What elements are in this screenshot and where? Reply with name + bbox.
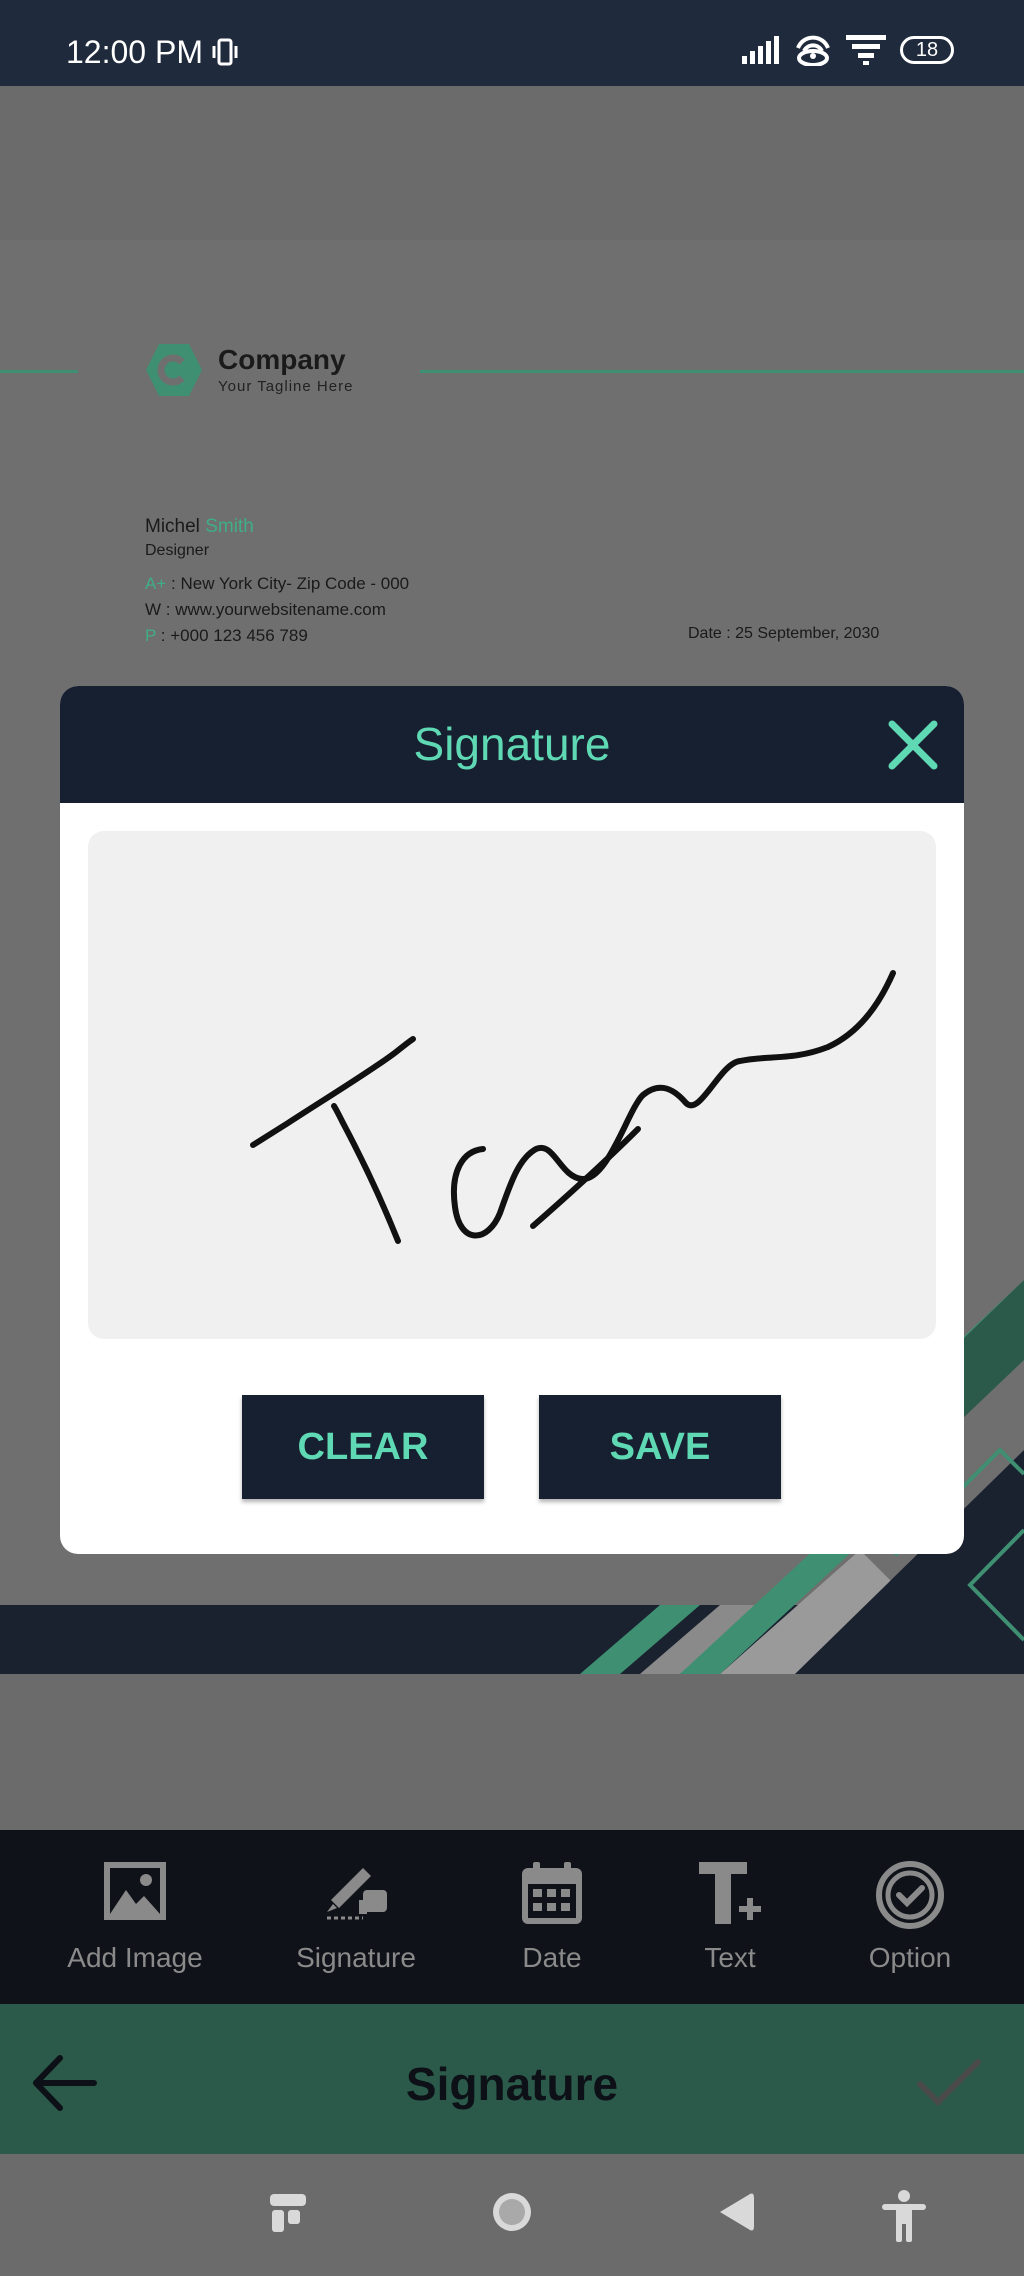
- calendar-icon: [522, 1862, 582, 1924]
- accessibility-icon[interactable]: [880, 2190, 928, 2242]
- save-button[interactable]: SAVE: [539, 1395, 781, 1499]
- close-icon[interactable]: [886, 718, 940, 772]
- tool-text[interactable]: Text: [670, 1830, 790, 2004]
- text-add-icon: [699, 1862, 761, 1924]
- vibrate-icon: [212, 38, 238, 66]
- signature-dialog: Signature CLEAR SAVE: [60, 686, 964, 1554]
- tool-signature[interactable]: Signature: [266, 1830, 446, 2004]
- action-bar: Signature: [0, 2004, 1024, 2154]
- back-icon[interactable]: [714, 2190, 758, 2234]
- back-arrow-icon[interactable]: [30, 2048, 100, 2118]
- action-bar-title: Signature: [405, 2058, 619, 2110]
- tool-label: Add Image: [67, 1942, 203, 1973]
- dialog-header: Signature: [60, 686, 964, 803]
- system-nav-bar: [0, 2154, 1024, 2276]
- tools-toolbar: Add Image Signature Date Text Option: [0, 1830, 1024, 2004]
- hotspot-icon: [796, 35, 830, 66]
- tool-label: Option: [868, 1942, 952, 1973]
- signature-stroke: [250, 970, 896, 1244]
- tool-label: Date: [522, 1942, 582, 1973]
- tool-option[interactable]: Option: [840, 1830, 980, 2004]
- battery-icon: 18: [900, 36, 954, 64]
- tool-date[interactable]: Date: [482, 1830, 622, 2004]
- wifi-icon: [846, 35, 886, 65]
- status-time: 12:00 PM: [66, 34, 203, 70]
- confirm-check-icon[interactable]: [914, 2054, 984, 2114]
- signature-pad[interactable]: [88, 831, 936, 1339]
- status-icons: 18: [742, 34, 954, 66]
- signature-icon: [327, 1868, 387, 1920]
- dialog-title: Signature: [413, 718, 611, 770]
- clear-button[interactable]: CLEAR: [242, 1395, 484, 1499]
- check-circle-icon: [876, 1861, 944, 1929]
- tool-label: Text: [704, 1942, 756, 1973]
- signal-icon: [742, 36, 779, 64]
- tool-label: Signature: [296, 1942, 416, 1973]
- image-icon: [104, 1862, 166, 1920]
- home-icon[interactable]: [490, 2190, 534, 2234]
- tool-add-image[interactable]: Add Image: [40, 1830, 230, 2004]
- status-bar: 12:00 PM 18: [0, 0, 1024, 86]
- recents-icon[interactable]: [268, 2190, 308, 2234]
